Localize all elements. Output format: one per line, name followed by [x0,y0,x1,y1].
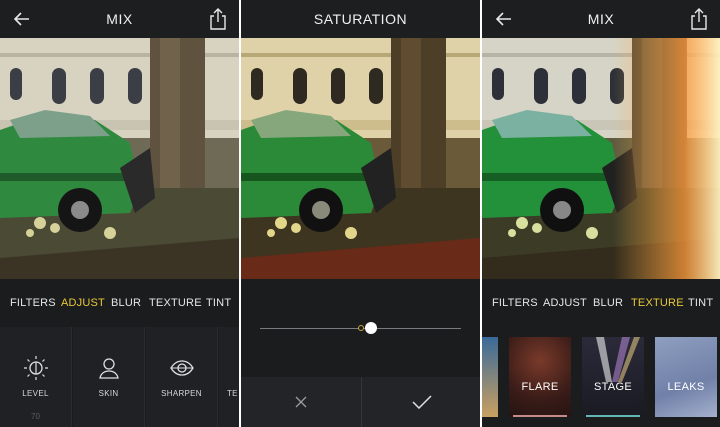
share-icon[interactable] [690,8,708,30]
tool-partial[interactable]: TE [219,327,239,427]
cancel-button[interactable] [241,377,361,427]
tab-filters[interactable]: FILTERS [10,297,56,309]
photo-preview [241,38,480,279]
top-bar: SATURATION [241,0,480,38]
screen-title: SATURATION [313,11,408,27]
top-bar: MIX [482,0,720,38]
action-bar [241,377,480,427]
tab-blur[interactable]: BLUR [593,297,623,309]
eye-icon [169,360,194,376]
category-tabs: FILTERS ADJUST BLUR TEXTURE TINT [0,279,239,327]
share-icon[interactable] [209,8,227,30]
texture-thumb-stage[interactable]: STAGE [582,337,644,417]
saturation-panel: SATURATION [241,0,480,427]
category-tabs: FILTERS ADJUST BLUR TEXTURE TINT [482,279,720,327]
saturation-control [241,279,480,377]
tool-label: SHARPEN [161,389,202,398]
tab-blur[interactable]: BLUR [111,297,141,309]
texture-thumb-partial[interactable] [482,337,498,417]
stage-light-beams [596,337,640,382]
texture-underline [586,415,640,417]
tab-adjust[interactable]: ADJUST [543,297,587,309]
tab-texture[interactable]: TEXTURE [149,297,202,309]
texture-label: FLARE [521,381,559,393]
person-icon [98,358,119,379]
tab-tint[interactable]: TINT [688,297,713,309]
tool-label: LEVEL [22,389,49,398]
tool-level[interactable]: LEVEL 70 [0,327,72,427]
check-icon [412,395,432,409]
texture-thumb-leaks[interactable]: LEAKS [655,337,717,417]
texture-thumb-flare[interactable]: FLARE [509,337,571,417]
tool-value: 70 [31,412,40,421]
editor-adjust-panel: MIX FILTERS ADJUST BLUR TEXTURE TINT LEV… [0,0,239,427]
sun-level-icon [23,356,48,380]
texture-strip: FLARE STAGE LEAKS [482,327,720,427]
tab-filters[interactable]: FILTERS [492,297,538,309]
top-bar: MIX [0,0,239,38]
texture-label: STAGE [594,381,632,393]
tool-skin[interactable]: SKIN [73,327,145,427]
photo-preview [482,38,720,279]
tool-label: SKIN [98,389,119,398]
tab-texture[interactable]: TEXTURE [631,297,684,309]
slider-center-marker [358,325,364,331]
photo-preview [0,38,239,279]
adjust-tools-strip: LEVEL 70 SKIN SHARPEN TE [0,327,239,427]
tab-adjust[interactable]: ADJUST [61,297,105,309]
tab-tint[interactable]: TINT [206,297,231,309]
texture-underline [513,415,567,417]
close-icon [295,396,307,408]
screen-title: MIX [106,11,133,27]
tool-label: TE [227,389,238,398]
screen-title: MIX [587,11,615,27]
editor-texture-panel: MIX FILTERS ADJUST BLUR TEXTURE TINT FLA… [482,0,720,427]
confirm-button[interactable] [362,377,480,427]
saturation-slider-knob[interactable] [364,322,377,334]
tool-sharpen[interactable]: SHARPEN [146,327,218,427]
texture-label: LEAKS [667,381,705,393]
